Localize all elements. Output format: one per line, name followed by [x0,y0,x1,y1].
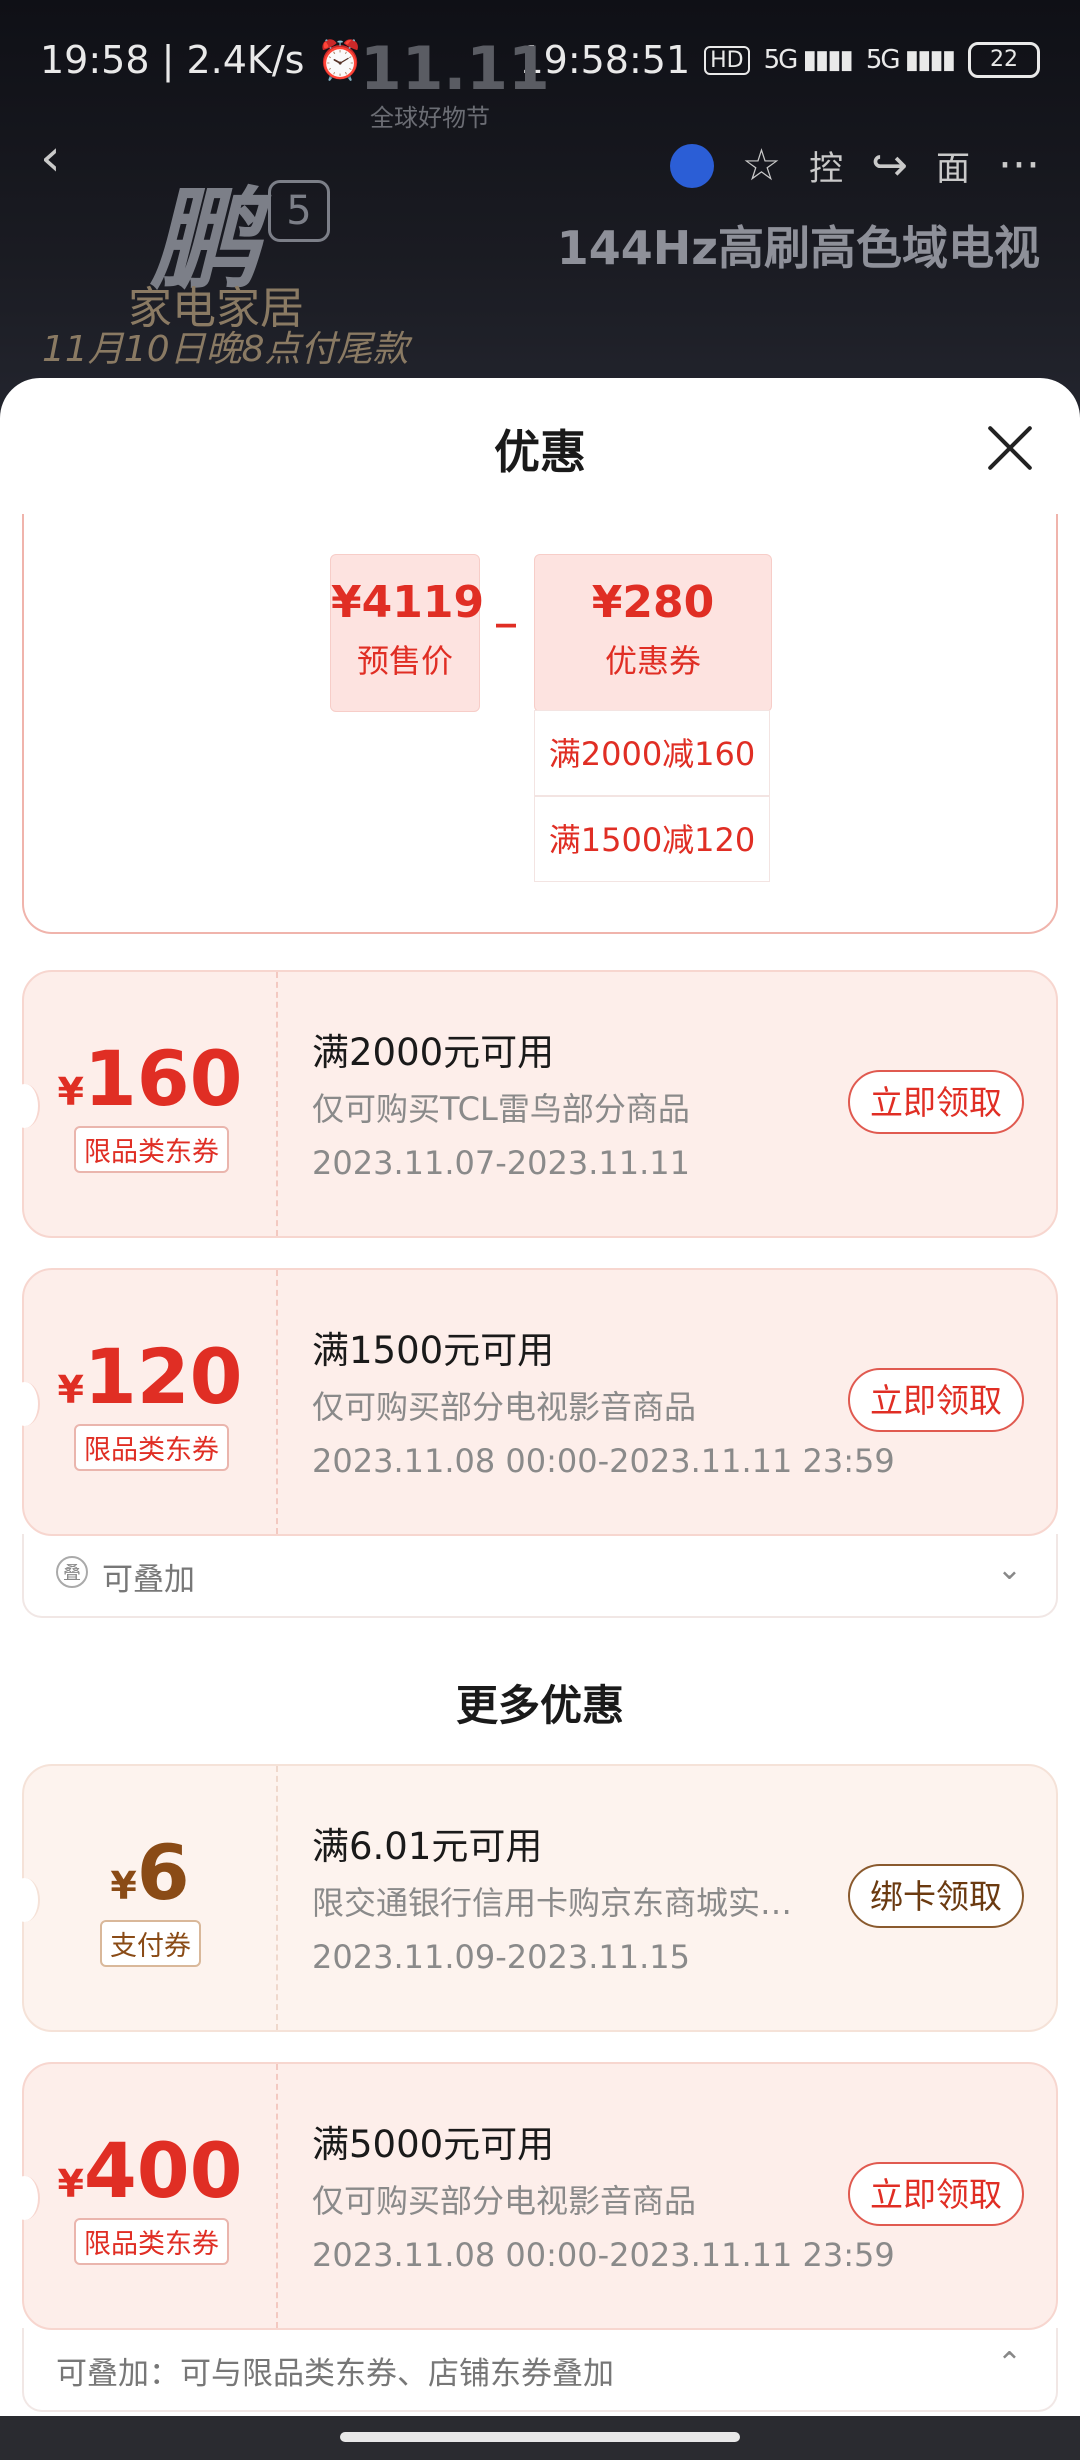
price-calculation: ¥4119 预售价 _ ¥280 优惠券 满2000减160 满1500减120 [22,514,1058,934]
coupon-total-box: ¥280 优惠券 [534,554,772,712]
back-arrow-icon[interactable]: ‹ [40,130,96,186]
presale-price-box: ¥4119 预售价 [330,554,485,712]
coupon-breakdown-item: 满1500减120 [534,796,770,882]
signal-icon-2: 5G ▮▮▮▮ [865,45,956,75]
coupon-description: 限交通银行信用卡购京东商城实体商品 [312,1884,822,1922]
stackable-info-label: 可叠加：可与限品类东券、店铺东券叠加 [56,2356,614,2392]
coupon-total-label: 优惠券 [604,642,701,680]
coupon-value: ¥400 [57,2126,243,2215]
product-page-background: 19:58 | 2.4K/s ⏰ 19:58:51 HD 5G ▮▮▮▮ 5G … [0,0,1080,420]
presale-amount: ¥4119 [331,577,485,628]
coupon-description: 仅可购买TCL雷鸟部分商品 [312,1090,690,1128]
event-logo: 11.11 [360,34,550,104]
discount-sheet: 优惠 ¥4119 预售价 _ ¥280 优惠券 满2000减160 满1500减… [0,378,1080,2416]
hd-icon: HD [704,45,750,75]
control-label: 控 [809,149,844,189]
claim-coupon-button[interactable]: 立即领取 [848,2162,1024,2226]
claim-coupon-button[interactable]: 立即领取 [848,1070,1024,1134]
home-gesture-bar[interactable] [340,2432,740,2442]
coupon-type-badge: 支付券 [100,1920,201,1967]
coupon-validity: 2023.11.07-2023.11.11 [312,1144,690,1182]
sheet-title: 优惠 [494,425,586,479]
share-icon[interactable]: ↪ [871,140,908,191]
product-logo-number: 5 [268,180,330,242]
coupon-card: ¥160 限品类东券 满2000元可用 仅可购买TCL雷鸟部分商品 2023.1… [10,970,1058,1238]
claim-coupon-button[interactable]: 立即领取 [848,1368,1024,1432]
coupon-type-badge: 限品类东券 [74,1424,229,1471]
coupon-validity: 2023.11.08 00:00-2023.11.11 23:59 [312,1442,895,1480]
battery-icon: 22 [968,42,1040,78]
stack-icon: 叠 [56,1556,88,1588]
coupon-description: 仅可购买部分电视影音商品 [312,1388,697,1426]
bind-card-claim-button[interactable]: 绑卡领取 [848,1864,1024,1928]
coupon-breakdown-item: 满2000减160 [534,710,770,796]
banner-line-2: 11月10日晚8点付尾款 [42,329,409,370]
stackable-info-toggle[interactable]: 可叠加：可与限品类东券、店铺东券叠加 ⌃ [22,2328,1058,2412]
event-subtitle: 全球好物节 [370,104,490,132]
coupon-total-amount: ¥280 [591,577,715,628]
coupon-validity: 2023.11.09-2023.11.15 [312,1938,690,1976]
coupon-value: ¥120 [57,1332,243,1421]
coupon-value: ¥6 [110,1828,190,1917]
coupon-type-badge: 限品类东券 [74,1126,229,1173]
coupon-card: ¥400 限品类东券 满5000元可用 仅可购买部分电视影音商品 2023.11… [10,2062,1058,2330]
face-label: 面 [936,149,971,189]
chevron-up-icon[interactable]: ⌃ [997,2346,1022,2381]
banner-promo: 144Hz高刷高色域电视 [556,221,1040,275]
coupon-condition: 满5000元可用 [312,2123,555,2166]
assistant-icon[interactable] [669,143,714,188]
stackable-toggle[interactable]: 叠 可叠加 ⌄ [22,1534,1058,1618]
coupon-card: ¥6 支付券 满6.01元可用 限交通银行信用卡购京东商城实体商品 2023.1… [10,1764,1058,2032]
more-icon[interactable]: ··· [998,140,1040,191]
coupon-condition: 满2000元可用 [312,1031,555,1074]
minus-sign: _ [496,582,516,628]
coupon-type-badge: 限品类东券 [74,2218,229,2265]
coupon-condition: 满1500元可用 [312,1329,555,1372]
status-time-speed: 19:58 | 2.4K/s ⏰ [40,38,364,82]
more-offers-title: 更多优惠 [455,1681,624,1730]
coupon-value: ¥160 [57,1034,243,1123]
coupon-condition: 满6.01元可用 [312,1825,543,1868]
coupon-validity: 2023.11.08 00:00-2023.11.11 23:59 [312,2236,895,2274]
stackable-label: 可叠加 [102,1562,195,1598]
system-navigation-bar [0,2416,1080,2460]
status-right: 19:58:51 HD 5G ▮▮▮▮ 5G ▮▮▮▮ 22 [519,38,1040,82]
close-icon[interactable] [984,422,1036,474]
presale-label: 预售价 [356,642,453,680]
coupon-description: 仅可购买部分电视影音商品 [312,2182,697,2220]
signal-icon: 5G ▮▮▮▮ [763,45,854,75]
coupon-card: ¥120 限品类东券 满1500元可用 仅可购买部分电视影音商品 2023.11… [10,1268,1058,1536]
star-icon[interactable]: ☆ [742,140,781,191]
top-actions: ☆ 控 ↪ 面 ··· [669,140,1040,191]
chevron-down-icon[interactable]: ⌄ [997,1552,1022,1587]
